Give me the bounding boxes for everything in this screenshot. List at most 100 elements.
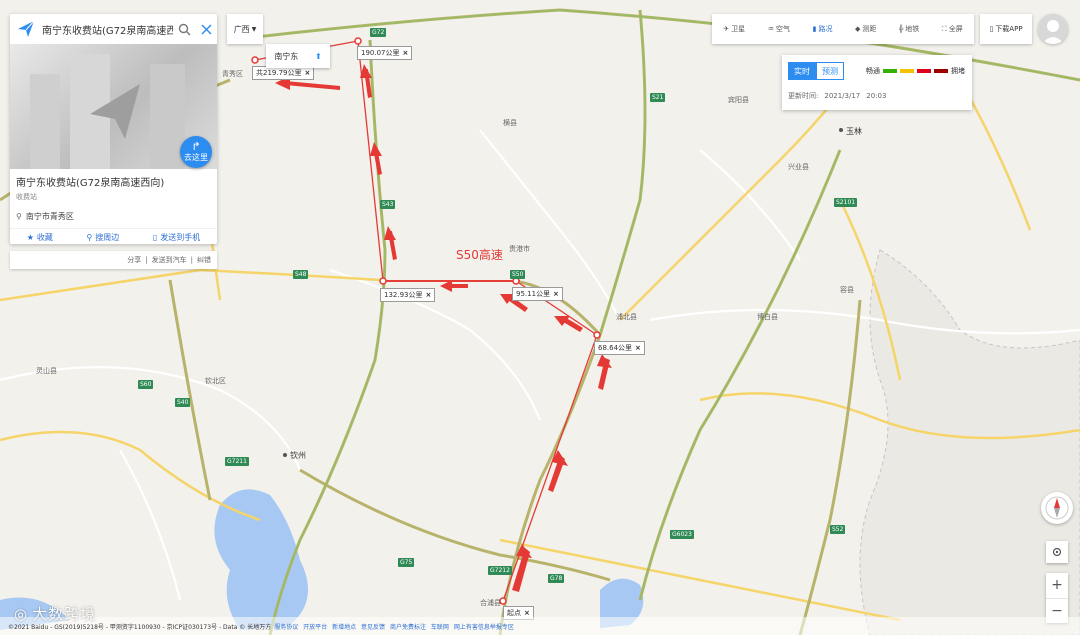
download-app-button[interactable]: ▯ 下载APP [980, 14, 1032, 44]
place-title: 南宁东收费站(G72泉南高速西向) [16, 178, 165, 189]
town-label: 贵港市 [509, 245, 530, 253]
road-shield: S60 [138, 380, 154, 389]
map-toolbar: ✈ 卫星 ♒ 空气 ▮ 路况 ◆ 测距 ╬ 地铁 ⛶ 全屏 [712, 14, 974, 44]
ruler-icon: ◆ [855, 25, 861, 33]
close-icon: × [524, 609, 530, 617]
subway-icon: ╬ [899, 25, 904, 33]
share-bar: 分享 | 发送到汽车 | 纠错 [10, 251, 217, 269]
search-bar: 南宁东收费站(G72泉南高速西向) [10, 14, 217, 45]
road-shield: G7212 [488, 566, 512, 575]
location-pin-icon: ⚲ [16, 212, 22, 221]
s50-highway-label: S50高速 [456, 248, 503, 262]
tab-realtime[interactable]: 实时 [788, 62, 816, 80]
waypoint-label: 68.64公里 × [594, 341, 645, 355]
footer-link[interactable]: 商户免费标注 [390, 624, 426, 631]
town-label: 灵山县 [36, 367, 57, 375]
send-to-car-link[interactable]: 发送到汽车 [152, 255, 187, 265]
road-shield: G72 [370, 28, 387, 37]
close-icon: × [553, 290, 559, 298]
nanning-east-popup[interactable]: 南宁东 ⬆ [266, 44, 330, 68]
zoom-in-button[interactable]: + [1046, 573, 1068, 598]
tab-forecast[interactable]: 预测 [816, 62, 844, 80]
legend-swatch [900, 69, 914, 73]
road-shield: G7211 [225, 457, 249, 466]
close-icon: × [304, 69, 311, 77]
city-label: 玉林 [846, 127, 862, 136]
satellite-button[interactable]: ✈ 卫星 [723, 24, 745, 34]
road-shield: S43 [380, 200, 396, 209]
road-shield: S2101 [834, 198, 858, 207]
legend-swatch [934, 69, 948, 73]
town-label: 浦北县 [616, 313, 637, 321]
subway-button[interactable]: ╬ 地铁 [899, 24, 919, 34]
close-icon: × [635, 344, 641, 352]
footer-link[interactable]: 意见反馈 [361, 624, 385, 631]
nearby-search-button[interactable]: ⚲ 搜周边 [86, 232, 119, 243]
town-label: 钦北区 [205, 377, 226, 385]
map-footer: ©2021 Baidu - GS(2019)5218号 - 甲测资字110093… [0, 617, 1080, 635]
locate-button[interactable] [1046, 541, 1068, 563]
compass-control[interactable] [1041, 492, 1073, 524]
footer-link[interactable]: 网上有害信息举报专区 [454, 624, 514, 631]
air-icon: ♒ [767, 25, 775, 33]
share-link[interactable]: 分享 [127, 255, 141, 265]
footer-link[interactable]: 开放平台 [303, 624, 327, 631]
avatar[interactable] [1038, 14, 1068, 44]
search-icon[interactable] [173, 18, 195, 40]
phone-icon: ▯ [152, 232, 158, 242]
watermark-logo-icon: ◎ [14, 604, 29, 623]
road-shield: G6023 [670, 530, 694, 539]
town-label: 宾阳县 [728, 96, 749, 104]
satellite-icon: ✈ [723, 25, 730, 33]
direction-arrow-icon: ↱ [191, 140, 201, 153]
road-shield: S48 [293, 270, 309, 279]
ruler-button[interactable]: ◆ 测距 [855, 24, 876, 34]
traffic-legend: 畅通 拥堵 [866, 67, 965, 75]
place-address: ⚲ 南宁市青秀区 [16, 212, 74, 221]
waypoint-label: 95.11公里 × [512, 287, 563, 301]
total-distance-label: 共219.79公里 × [252, 66, 315, 80]
footer-link[interactable]: 服务协议 [274, 624, 298, 631]
waypoint-label: 190.07公里 × [357, 46, 413, 60]
legend-swatch [883, 69, 897, 73]
close-icon: × [425, 291, 432, 299]
locate-icon [1052, 547, 1062, 557]
send-to-phone-button[interactable]: ▯ 发送到手机 [153, 232, 200, 243]
road-shield: G78 [548, 574, 565, 583]
footer-link[interactable]: 新增地点 [332, 624, 356, 631]
air-quality-button[interactable]: ♒ 空气 [768, 24, 790, 34]
road-shield: S52 [830, 525, 846, 534]
legend-swatch [917, 69, 931, 73]
traffic-button[interactable]: ▮ 路况 [813, 24, 833, 34]
place-card: 南宁东收费站(G72泉南高速西向) ↱ 去这里 南宁东收费站(G72泉南高速西向… [10, 14, 217, 244]
fullscreen-button[interactable]: ⛶ 全屏 [942, 24, 963, 34]
zoom-control: + − [1046, 573, 1068, 623]
location-pin-icon: ⚲ [86, 232, 93, 242]
update-time: 更新时间: 2021/3/17 20:03 [788, 92, 887, 100]
chevron-down-icon: ▼ [251, 25, 257, 33]
road-shield: S50 [510, 270, 526, 279]
report-error-link[interactable]: 纠错 [197, 255, 211, 265]
traffic-tabs: 实时 预测 [788, 62, 844, 80]
go-here-button[interactable]: ↱ 去这里 [180, 136, 212, 168]
map-logo-icon [18, 20, 35, 37]
favorite-button[interactable]: ★ 收藏 [27, 232, 53, 243]
place-actions: ★ 收藏 ⚲ 搜周边 ▯ 发送到手机 [10, 228, 217, 245]
town-label: 容县 [840, 286, 854, 294]
navigation-icon: ⬆ [314, 51, 322, 61]
fullscreen-icon: ⛶ [941, 24, 947, 33]
region-select[interactable]: 广西 ▼ [227, 14, 263, 44]
close-icon[interactable] [195, 18, 217, 40]
star-icon: ★ [26, 232, 34, 242]
footer-link[interactable]: 车联网 [431, 624, 449, 631]
place-type: 收费站 [16, 193, 37, 201]
traffic-icon: ▮ [812, 25, 817, 33]
watermark: ◎ 大数跨境 [14, 604, 97, 624]
town-label: 兴业县 [788, 163, 809, 171]
road-shield: S40 [175, 398, 191, 407]
road-shield: S21 [650, 93, 666, 102]
traffic-panel: 实时 预测 畅通 拥堵 更新时间: 2021/3/17 20:03 [782, 55, 972, 110]
compass-icon [1045, 496, 1069, 520]
town-label: 合浦县 [480, 599, 501, 607]
search-input[interactable]: 南宁东收费站(G72泉南高速西向) [42, 22, 173, 37]
